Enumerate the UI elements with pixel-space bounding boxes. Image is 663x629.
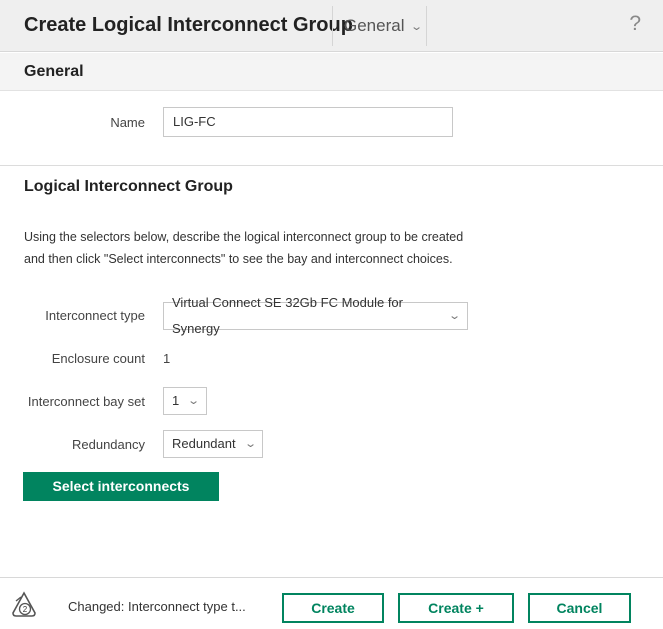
name-field[interactable]: LIG-FC [163,107,453,137]
view-selector-label: General [344,16,405,35]
chevron-down-icon: ⌄ [447,310,461,322]
redundancy-label: Redundancy [72,437,145,452]
enclosure-count-label: Enclosure count [51,351,145,366]
lig-section-title: Logical Interconnect Group [24,178,233,195]
general-section-title: General [24,63,84,80]
interconnect-type-select[interactable]: Virtual Connect SE 32Gb FC Module for Sy… [163,295,468,336]
chevron-down-icon: ⌄ [410,20,424,33]
create-button[interactable]: Create [282,593,384,623]
redundancy-value: Redundant [172,436,236,451]
select-interconnects-button[interactable]: Select interconnects [23,472,219,501]
view-selector[interactable]: General ⌄ [344,16,424,36]
general-section-header: General [0,53,663,91]
section-divider [0,165,663,166]
interconnect-type-label: Interconnect type [45,308,145,323]
header-divider [426,6,427,46]
chevron-down-icon: ⌄ [243,438,257,450]
lig-description: Using the selectors below, describe the … [24,230,464,266]
page-title: Create Logical Interconnect Group [24,14,353,36]
changes-count: 2 [23,605,28,614]
changes-icon[interactable]: 2 [10,591,38,619]
bay-set-value: 1 [172,393,180,408]
create-plus-button[interactable]: Create + [398,593,514,623]
header-divider [332,6,333,46]
enclosure-count-value: 1 [163,351,171,366]
cancel-button[interactable]: Cancel [528,593,631,623]
status-text: Changed: Interconnect type t... [68,599,246,614]
bay-set-select[interactable]: 1 ⌄ [163,387,207,415]
interconnect-type-value: Virtual Connect SE 32Gb FC Module for Sy… [172,295,403,336]
dialog-footer: 2 Changed: Interconnect type t... Create… [0,577,663,629]
chevron-down-icon: ⌄ [187,395,201,407]
help-icon[interactable]: ? [629,12,641,36]
dialog-header: Create Logical Interconnect Group Genera… [0,0,663,52]
redundancy-select[interactable]: Redundant ⌄ [163,430,263,458]
bay-set-label: Interconnect bay set [27,394,145,409]
name-label: Name [110,115,145,130]
